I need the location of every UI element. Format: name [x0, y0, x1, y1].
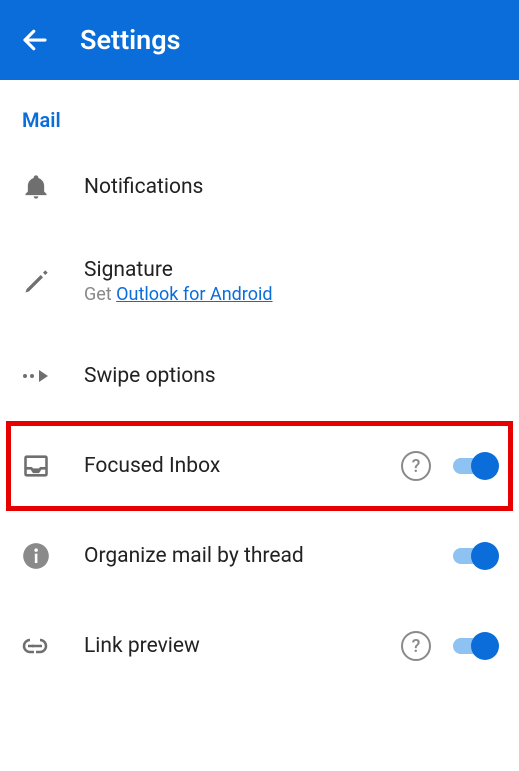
inbox-icon [22, 452, 84, 480]
focused-inbox-toggle[interactable] [449, 452, 497, 480]
swipe-icon [22, 366, 84, 386]
row-swipe-options[interactable]: Swipe options [0, 331, 519, 421]
help-icon[interactable]: ? [401, 631, 431, 661]
pen-icon [22, 268, 84, 296]
outlook-android-link[interactable]: Outlook for Android [116, 284, 272, 305]
row-subtitle: Get Outlook for Android [84, 284, 497, 305]
row-title: Signature [84, 258, 497, 282]
bell-icon [22, 173, 84, 201]
settings-list: Notifications Signature Get Outlook for … [0, 142, 519, 691]
section-label-mail: Mail [0, 80, 519, 142]
info-icon [22, 542, 84, 570]
row-organize-thread[interactable]: Organize mail by thread [0, 511, 519, 601]
back-button[interactable] [20, 25, 50, 55]
arrow-left-icon [20, 25, 50, 55]
row-notifications[interactable]: Notifications [0, 142, 519, 232]
page-title: Settings [80, 24, 181, 56]
sub-prefix: Get [84, 284, 116, 305]
row-focused-inbox[interactable]: Focused Inbox ? [6, 421, 513, 511]
row-title: Organize mail by thread [84, 544, 449, 568]
row-title: Focused Inbox [84, 454, 401, 478]
row-title: Link preview [84, 634, 401, 658]
row-title: Swipe options [84, 364, 497, 388]
app-header: Settings [0, 0, 519, 80]
link-preview-toggle[interactable] [449, 632, 497, 660]
row-link-preview[interactable]: Link preview ? [0, 601, 519, 691]
row-title: Notifications [84, 175, 497, 199]
help-icon[interactable]: ? [401, 451, 431, 481]
organize-thread-toggle[interactable] [449, 542, 497, 570]
row-signature[interactable]: Signature Get Outlook for Android [0, 232, 519, 331]
link-icon [22, 638, 84, 654]
